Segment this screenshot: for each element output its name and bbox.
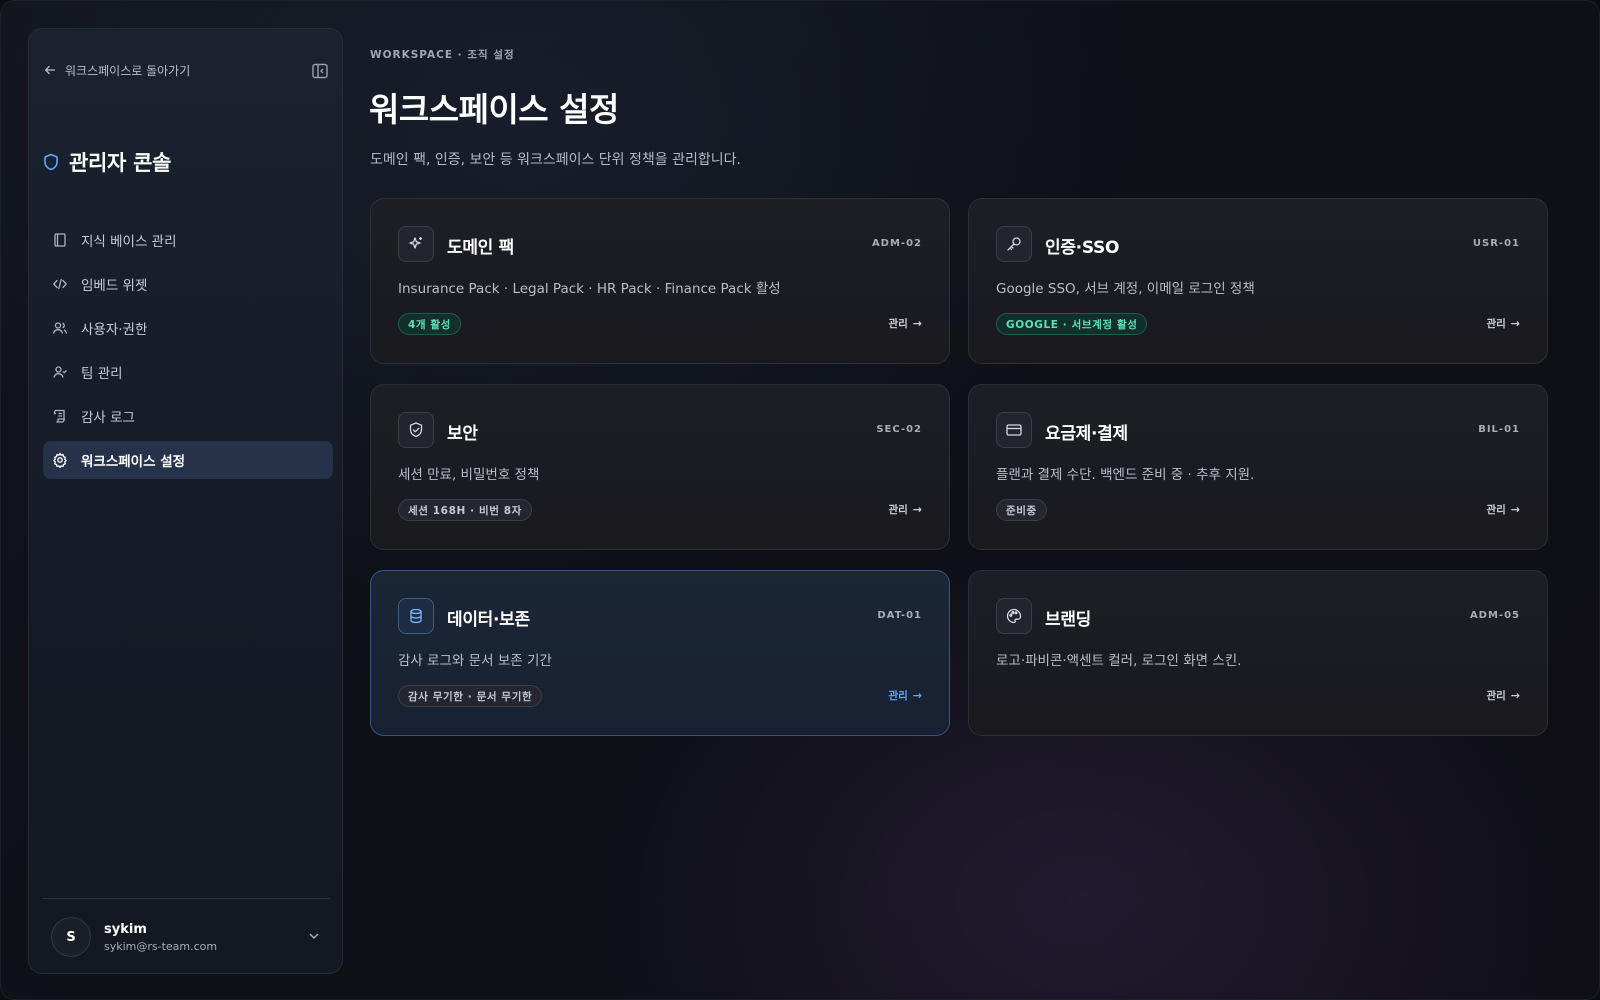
user-info: sykim sykim@rs-team.com [104, 922, 217, 953]
arrow-right-icon: → [1510, 317, 1520, 330]
gear-icon [53, 452, 67, 468]
scroll-icon [53, 409, 65, 423]
manage-link[interactable]: 관리 → [888, 688, 922, 703]
card-icon-box [398, 412, 434, 448]
sidebar-item-knowledge-base[interactable]: 지식 베이스 관리 [43, 221, 333, 259]
card-title: 데이터·보존 [447, 610, 530, 630]
card-code: USR-01 [1472, 238, 1520, 249]
sidebar-item-label: 지식 베이스 관리 [81, 234, 177, 250]
arrow-right-icon: → [1510, 689, 1520, 702]
page-description: 도메인 팩, 인증, 보안 등 워크스페이스 단위 정책을 관리합니다. [370, 152, 741, 168]
manage-label: 관리 [1486, 318, 1506, 330]
card-icon-box [398, 226, 434, 262]
console-title: 관리자 콘솔 [69, 151, 172, 175]
sidebar-item-team-management[interactable]: 팀 관리 [43, 353, 333, 391]
credit-card-icon [1006, 424, 1022, 436]
card-icon-box [996, 226, 1032, 262]
sidebar-item-label: 감사 로그 [81, 410, 135, 426]
card-code: SEC-02 [876, 424, 922, 435]
shield-icon [44, 153, 58, 171]
user-name: sykim [104, 921, 147, 937]
card-title: 브랜딩 [1045, 610, 1092, 630]
code-icon [53, 278, 67, 290]
card-data-retention[interactable]: 데이터·보존 DAT-01 감사 로그와 문서 보존 기간 감사 무기한 · 문… [370, 570, 950, 736]
user-menu[interactable]: S sykim sykim@rs-team.com [51, 915, 321, 959]
card-description: 감사 로그와 문서 보존 기간 [398, 653, 552, 669]
card-code: ADM-02 [871, 238, 922, 249]
sidebar-item-label: 팀 관리 [81, 366, 123, 382]
back-label: 워크스페이스로 돌아가기 [65, 63, 191, 78]
collapse-sidebar-icon[interactable] [311, 62, 329, 80]
card-icon-box [398, 598, 434, 634]
database-icon [410, 608, 422, 624]
divider [43, 898, 330, 899]
palette-icon [1006, 608, 1022, 624]
chevron-down-icon [309, 933, 319, 939]
manage-link[interactable]: 관리 → [1486, 502, 1520, 517]
key-icon [1007, 237, 1021, 251]
book-icon [54, 233, 66, 247]
card-icon-box [996, 598, 1032, 634]
team-icon [53, 366, 67, 378]
card-title: 도메인 팩 [447, 238, 514, 258]
card-auth-sso[interactable]: 인증·SSO USR-01 Google SSO, 서브 계정, 이메일 로그인… [968, 198, 1548, 364]
sidebar: 워크스페이스로 돌아가기 관리자 콘솔 지식 베이스 관리 임베드 위젯 사용자… [28, 28, 343, 974]
card-security[interactable]: 보안 SEC-02 세션 만료, 비밀번호 정책 세션 168H · 비번 8자… [370, 384, 950, 550]
breadcrumb: WORKSPACE · 조직 설정 [370, 49, 515, 61]
sparkle-icon [409, 237, 422, 249]
card-description: 플랜과 결제 수단. 백엔드 준비 중 · 추후 지원. [996, 467, 1255, 483]
manage-link[interactable]: 관리 → [1486, 688, 1520, 703]
sidebar-item-workspace-settings[interactable]: 워크스페이스 설정 [43, 441, 333, 479]
arrow-right-icon: → [1510, 503, 1520, 516]
card-description: Google SSO, 서브 계정, 이메일 로그인 정책 [996, 281, 1255, 297]
card-icon-box [996, 412, 1032, 448]
sidebar-nav: 지식 베이스 관리 임베드 위젯 사용자·권한 팀 관리 감사 로그 워크스페이… [43, 221, 333, 485]
card-code: BIL-01 [1478, 424, 1520, 435]
sidebar-item-label: 임베드 위젯 [81, 278, 148, 294]
sidebar-item-users-permissions[interactable]: 사용자·권한 [43, 309, 333, 347]
sidebar-item-embed-widget[interactable]: 임베드 위젯 [43, 265, 333, 303]
card-code: DAT-01 [877, 610, 922, 621]
card-description: 로고·파비콘·액센트 컬러, 로그인 화면 스킨. [996, 653, 1242, 669]
card-title: 보안 [447, 424, 478, 444]
shield-check-icon [409, 422, 423, 438]
manage-link[interactable]: 관리 → [1486, 316, 1520, 331]
avatar: S [51, 917, 91, 957]
card-description: 세션 만료, 비밀번호 정책 [398, 467, 540, 483]
card-code: ADM-05 [1469, 610, 1520, 621]
arrow-right-icon: → [912, 503, 922, 516]
back-to-workspace-link[interactable]: 워크스페이스로 돌아가기 [43, 59, 329, 81]
status-badge: 감사 무기한 · 문서 무기한 [398, 685, 543, 707]
manage-link[interactable]: 관리 → [888, 316, 922, 331]
manage-label: 관리 [1486, 690, 1506, 702]
console-brand: 관리자 콘솔 [43, 147, 171, 177]
arrow-right-icon: → [912, 317, 922, 330]
arrow-right-icon: → [912, 689, 922, 702]
card-title: 요금제·결제 [1045, 424, 1128, 444]
status-badge: GOOGLE · 서브계정 활성 [996, 313, 1148, 335]
card-billing[interactable]: 요금제·결제 BIL-01 플랜과 결제 수단. 백엔드 준비 중 · 추후 지… [968, 384, 1548, 550]
app-window: 워크스페이스로 돌아가기 관리자 콘솔 지식 베이스 관리 임베드 위젯 사용자… [0, 0, 1600, 1000]
status-badge: 준비중 [996, 499, 1047, 521]
status-badge: 세션 168H · 비번 8자 [398, 499, 532, 521]
card-branding[interactable]: 브랜딩 ADM-05 로고·파비콘·액센트 컬러, 로그인 화면 스킨. 관리 → [968, 570, 1548, 736]
sidebar-item-label: 사용자·권한 [81, 322, 148, 338]
sidebar-item-label: 워크스페이스 설정 [81, 454, 186, 470]
status-badge: 4개 활성 [398, 313, 461, 335]
card-description: Insurance Pack · Legal Pack · HR Pack · … [398, 281, 781, 297]
page-title: 워크스페이스 설정 [369, 90, 619, 129]
arrow-left-icon [44, 65, 56, 75]
sidebar-item-audit-log[interactable]: 감사 로그 [43, 397, 333, 435]
manage-label: 관리 [1486, 504, 1506, 516]
user-email: sykim@rs-team.com [104, 939, 218, 953]
manage-link[interactable]: 관리 → [888, 502, 922, 517]
users-icon [52, 322, 68, 334]
card-title: 인증·SSO [1045, 238, 1120, 258]
manage-label: 관리 [888, 690, 908, 702]
manage-label: 관리 [888, 504, 908, 516]
manage-label: 관리 [888, 318, 908, 330]
card-domain-pack[interactable]: 도메인 팩 ADM-02 Insurance Pack · Legal Pack… [370, 198, 950, 364]
